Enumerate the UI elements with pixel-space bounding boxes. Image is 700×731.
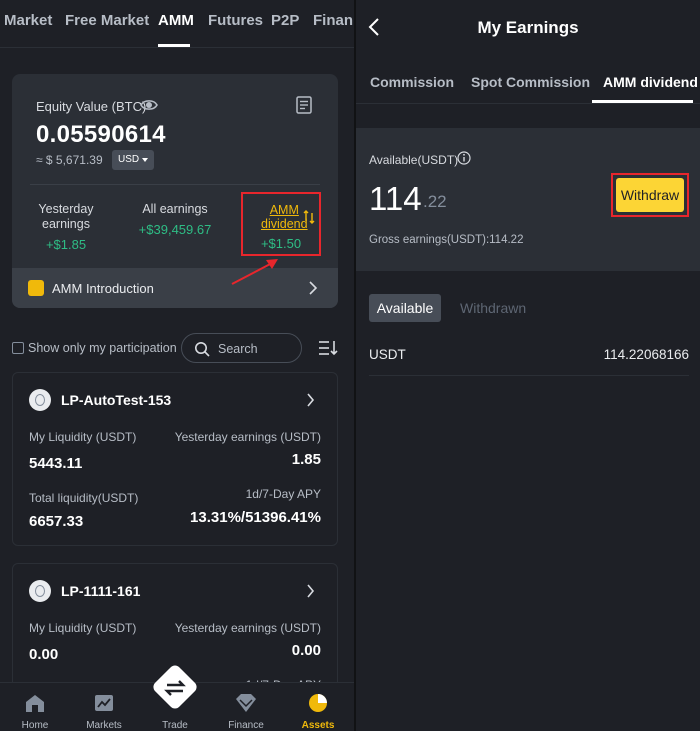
chevron-right-icon — [307, 584, 315, 598]
withdraw-button[interactable]: Withdraw — [616, 178, 684, 212]
search-icon — [195, 342, 210, 357]
available-decimals: .22 — [423, 192, 447, 211]
yesterday-earnings: Yesterday earnings +$1.85 — [28, 202, 104, 252]
equity-card: Equity Value (BTC) 0.05590614 ≈ $ 5,671.… — [12, 74, 338, 308]
equity-value: 0.05590614 — [36, 121, 166, 148]
segment-available[interactable]: Available — [369, 294, 441, 322]
only-mine-label[interactable]: Show only my participation — [28, 341, 177, 355]
nav-home-label: Home — [21, 720, 49, 731]
active-tab-indicator — [592, 100, 693, 103]
pool-logo-icon — [29, 580, 51, 602]
tab-spot-commission[interactable]: Spot Commission — [471, 74, 590, 90]
sort-icon[interactable] — [318, 340, 338, 356]
available-label: Available(USDT) — [369, 153, 459, 167]
amm-panel: Market Free Market AMM Futures P2P Finan… — [0, 0, 354, 731]
tab-free-market[interactable]: Free Market — [65, 12, 149, 29]
header: My Earnings — [356, 0, 700, 56]
document-icon[interactable] — [296, 96, 312, 114]
nav-finance[interactable]: Finance — [211, 683, 281, 731]
annotation-arrow — [231, 259, 278, 285]
search-placeholder: Search — [218, 342, 258, 356]
yesterday-value: +$1.85 — [45, 237, 87, 252]
yesterday-earnings-label: Yesterday earnings (USDT) — [174, 621, 321, 635]
screen: Market Free Market AMM Futures P2P Finan… — [0, 0, 700, 731]
tab-finance[interactable]: Finan — [313, 12, 353, 29]
tab-amm-dividend[interactable]: AMM dividend — [603, 74, 698, 90]
yesterday-earnings-value: 1.85 — [291, 451, 321, 468]
active-tab-indicator — [158, 44, 190, 47]
pool-logo-icon — [29, 389, 51, 411]
yesterday-label: Yesterday earnings — [38, 202, 94, 231]
nav-home[interactable]: Home — [0, 683, 70, 731]
earnings-panel: My Earnings Commission Spot Commission A… — [356, 0, 700, 731]
filter-row: Show only my participation Search — [0, 333, 354, 363]
tab-futures[interactable]: Futures — [208, 12, 263, 29]
total-liquidity-value: 6657.33 — [29, 513, 84, 530]
nav-finance-label: Finance — [228, 720, 264, 731]
all-earnings: All earnings +$39,459.67 — [132, 202, 218, 237]
amm-dividend-highlight: AMM dividend +$1.50 — [241, 192, 321, 256]
nav-markets[interactable]: Markets — [69, 683, 139, 731]
nav-assets[interactable]: Assets — [283, 683, 353, 731]
all-earnings-label: All earnings — [142, 202, 208, 216]
available-amount: 114 — [369, 180, 422, 217]
home-icon — [26, 695, 44, 712]
currency-select[interactable]: USD — [112, 150, 154, 170]
currency-value: USD — [118, 154, 140, 165]
gross-earnings: Gross earnings(USDT):114.22 — [369, 234, 524, 246]
market-tabs: Market Free Market AMM Futures P2P Finan — [0, 0, 354, 48]
caret-down-icon — [142, 158, 148, 162]
my-liquidity-label: My Liquidity (USDT) — [29, 621, 137, 635]
pool-name: LP-1111-161 — [61, 583, 141, 599]
eye-icon[interactable] — [140, 97, 158, 113]
tab-market[interactable]: Market — [4, 12, 52, 29]
page-title: My Earnings — [477, 18, 579, 37]
chevron-right-icon — [309, 281, 318, 295]
total-liquidity-label: Total liquidity(USDT) — [29, 491, 139, 505]
row-divider — [369, 375, 689, 376]
tab-p2p[interactable]: P2P — [271, 12, 299, 29]
chevron-right-icon — [307, 393, 315, 407]
search-input[interactable]: Search — [181, 333, 302, 363]
nav-markets-label: Markets — [86, 720, 122, 731]
pool-name: LP-AutoTest-153 — [61, 392, 172, 408]
my-liquidity-value: 0.00 — [29, 646, 59, 663]
only-mine-checkbox[interactable] — [12, 342, 24, 354]
my-liquidity-value: 5443.11 — [29, 455, 83, 472]
pool-card[interactable]: LP-AutoTest-153 My Liquidity (USDT) 5443… — [12, 372, 338, 546]
markets-icon — [95, 695, 113, 711]
apy-value: 13.31%/51396.41% — [190, 509, 321, 526]
nav-assets-label: Assets — [301, 720, 335, 731]
earnings-tabs: Commission Spot Commission AMM dividend — [356, 60, 700, 104]
swap-icon — [303, 210, 315, 224]
my-liquidity-label: My Liquidity (USDT) — [29, 430, 137, 444]
all-earnings-value: +$39,459.67 — [138, 222, 212, 237]
coin-amount: 114.22068166 — [603, 347, 689, 362]
finance-icon — [236, 694, 256, 712]
amm-introduction-label: AMM Introduction — [52, 281, 154, 296]
equity-label: Equity Value (BTC) — [36, 99, 147, 114]
assets-icon — [309, 694, 327, 712]
yesterday-earnings-label: Yesterday earnings (USDT) — [174, 430, 321, 444]
withdraw-highlight: Withdraw — [611, 173, 689, 217]
available-card: Available(USDT) 114 .22 Withdraw Gross e… — [356, 128, 700, 271]
book-icon — [28, 280, 44, 296]
divider — [30, 184, 320, 185]
swap-arrows-icon — [164, 680, 186, 696]
yesterday-earnings-value: 0.00 — [291, 642, 321, 659]
info-icon[interactable] — [457, 151, 471, 165]
coin-name: USDT — [369, 347, 406, 362]
segment-withdrawn[interactable]: Withdrawn — [460, 300, 526, 316]
amm-introduction-row[interactable]: AMM Introduction — [12, 268, 338, 308]
tab-commission[interactable]: Commission — [370, 74, 454, 90]
amm-dividend-value: +$1.50 — [260, 236, 302, 251]
equity-fiat: ≈ $ 5,671.39 — [36, 153, 103, 167]
nav-trade-label: Trade — [162, 720, 188, 731]
amm-dividend-link[interactable]: AMM dividend — [261, 203, 308, 231]
apy-label: 1d/7-Day APY — [245, 487, 321, 501]
tab-amm[interactable]: AMM — [158, 12, 194, 29]
